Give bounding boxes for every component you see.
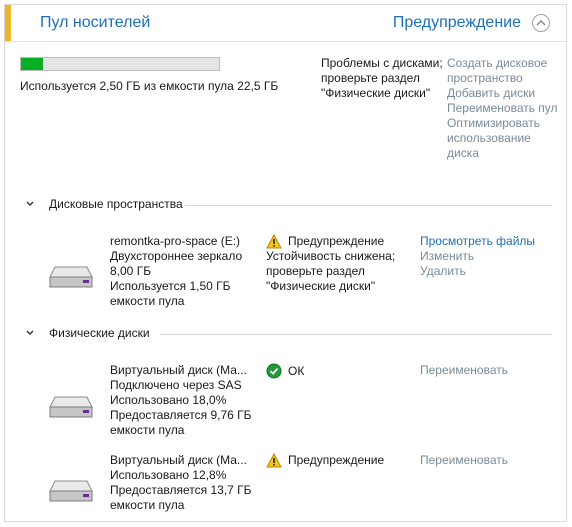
disk-status: Предупреждение [266, 453, 384, 468]
panel-title: Пул носителей [40, 14, 151, 31]
warning-accent-bar [5, 5, 11, 41]
space-size: 8,00 ГБ [110, 264, 152, 278]
pool-usage-bar [20, 57, 220, 71]
disk-usage: Использовано 12,8% [110, 468, 227, 482]
warning-icon [266, 234, 282, 249]
chevron-up-icon [536, 20, 546, 26]
create-space-link[interactable]: Создать дисковое пространство [447, 56, 562, 86]
section-divider [160, 334, 552, 335]
space-resiliency: Двухстороннее зеркало [110, 249, 243, 263]
drive-icon [49, 480, 93, 502]
disk-allocation: Предоставляется 9,76 ГБ [110, 408, 252, 422]
add-disks-link[interactable]: Добавить диски [447, 86, 562, 101]
disk-name: Виртуальный диск (Ма... [110, 363, 247, 377]
space-status-label: Предупреждение [288, 234, 385, 248]
rename-pool-link[interactable]: Переименовать пул [447, 101, 562, 116]
disk-allocation: Предоставляется 13,7 ГБ [110, 483, 252, 497]
storage-pool-panel: Пул носителей Предупреждение Используетс… [4, 4, 567, 522]
disk-status: ОК [266, 363, 304, 379]
section-divider [185, 205, 552, 206]
disk-name: Виртуальный диск (Ма... [110, 453, 247, 467]
spaces-section-label: Дисковые пространства [49, 197, 183, 211]
optimize-usage-link[interactable]: Оптимизировать использование диска [447, 116, 562, 161]
disk-actions: Переименовать [420, 363, 508, 378]
warning-icon [266, 453, 282, 468]
rename-disk-link[interactable]: Переименовать [420, 453, 508, 468]
disks-section-label: Физические диски [49, 326, 150, 340]
ok-check-icon [266, 363, 282, 379]
space-name: remontka-pro-space (E:) [110, 234, 241, 248]
space-usage: Используется 1,50 ГБ [110, 279, 231, 293]
space-status: Предупреждение Устойчивость снижена; про… [266, 234, 395, 294]
space-usage-suffix: емкости пула [110, 294, 185, 308]
pool-usage-fill [21, 58, 43, 70]
disk-details: Виртуальный диск (Ма... Использовано 12,… [110, 453, 252, 513]
space-details: remontka-pro-space (E:) Двухстороннее зе… [110, 234, 242, 309]
space-status-detail: проверьте раздел [266, 264, 365, 278]
disks-section-header[interactable]: Физические диски [25, 326, 552, 342]
disk-status-label: ОК [288, 363, 305, 378]
pool-usage-text: Используется 2,50 ГБ из емкости пула 22,… [20, 79, 279, 93]
chevron-down-icon [26, 330, 34, 335]
spaces-section-header[interactable]: Дисковые пространства [25, 197, 552, 213]
change-space-link[interactable]: Изменить [420, 249, 535, 264]
disk-status-label: Предупреждение [288, 453, 385, 467]
drive-icon [49, 396, 93, 418]
collapse-button[interactable] [532, 14, 550, 32]
drive-icon [49, 266, 93, 288]
disk-usage: Использовано 18,0% [110, 393, 227, 407]
disk-allocation-suffix: емкости пула [110, 423, 185, 437]
panel-header: Пул носителей Предупреждение [5, 5, 566, 42]
problem-line: Проблемы с дисками; [321, 56, 443, 70]
pool-problem-text: Проблемы с дисками; проверьте раздел "Фи… [321, 56, 446, 101]
disk-details: Виртуальный диск (Ма... Подключено через… [110, 363, 252, 438]
disk-bus: Подключено через SAS [110, 378, 242, 392]
space-status-detail: "Физические диски" [266, 279, 376, 293]
space-status-detail: Устойчивость снижена; [266, 249, 396, 263]
pool-actions: Создать дисковое пространство Добавить д… [447, 56, 562, 161]
rename-disk-link[interactable]: Переименовать [420, 363, 508, 378]
pool-status: Предупреждение [392, 14, 521, 31]
problem-line: проверьте раздел [321, 71, 420, 85]
view-files-link[interactable]: Просмотреть файлы [420, 234, 535, 249]
chevron-down-icon [26, 201, 34, 206]
disk-allocation-suffix: емкости пула [110, 498, 185, 512]
delete-space-link[interactable]: Удалить [420, 264, 535, 279]
disk-actions: Переименовать [420, 453, 508, 468]
problem-line: "Физические диски" [321, 86, 431, 100]
space-actions: Просмотреть файлы Изменить Удалить [420, 234, 535, 279]
